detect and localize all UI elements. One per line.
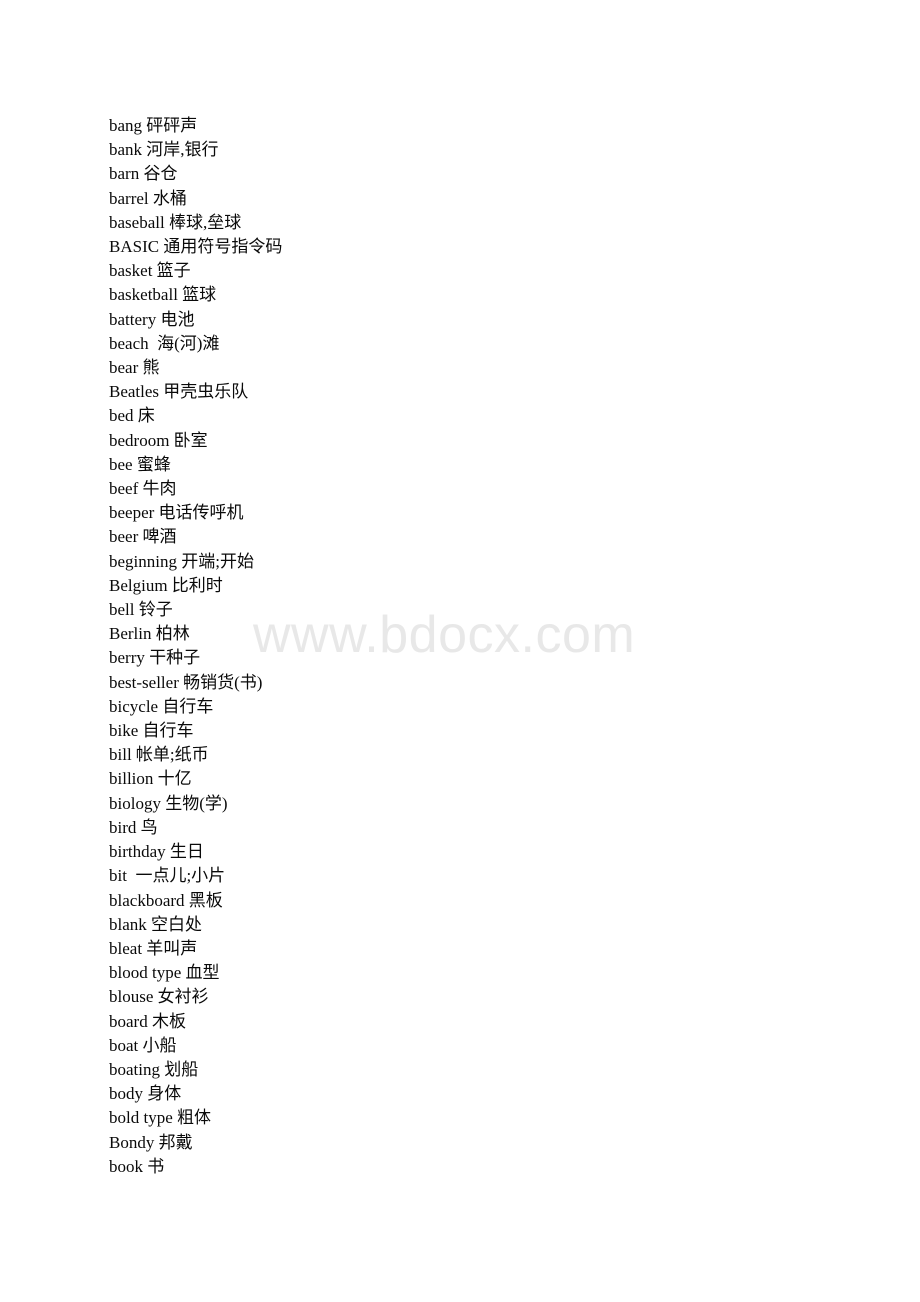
- vocabulary-entry: beach 海(河)滩: [109, 333, 220, 353]
- vocabulary-entry: Bondy 邦戴: [109, 1132, 193, 1152]
- vocabulary-entry: best-seller 畅销货(书): [109, 672, 263, 692]
- vocabulary-entry: bit 一点儿;小片: [109, 866, 226, 886]
- vocabulary-entry: book 书: [109, 1156, 165, 1176]
- vocabulary-entry: boat 小船: [109, 1035, 177, 1055]
- vocabulary-entry: bold type 粗体: [109, 1108, 211, 1128]
- vocabulary-entry: beginning 开端;开始: [109, 551, 254, 571]
- vocabulary-entry: BASIC 通用符号指令码: [109, 237, 283, 257]
- vocabulary-entry: berry 干种子: [109, 648, 201, 668]
- vocabulary-entry: boating 划船: [109, 1059, 199, 1079]
- vocabulary-entry: birthday 生日: [109, 842, 204, 862]
- vocabulary-entry: bedroom 卧室: [109, 430, 208, 450]
- vocabulary-entry: battery 电池: [109, 309, 195, 329]
- vocabulary-entry: blank 空白处: [109, 914, 203, 934]
- vocabulary-entry: biology 生物(学): [109, 793, 228, 813]
- vocabulary-entry: bank 河岸,银行: [109, 140, 219, 160]
- vocabulary-entry: blouse 女衬衫: [109, 987, 209, 1007]
- vocabulary-entry: Beatles 甲壳虫乐队: [109, 382, 249, 402]
- vocabulary-entry: baseball 棒球,垒球: [109, 212, 242, 232]
- vocabulary-entry: bird 鸟: [109, 817, 158, 837]
- vocabulary-entry-list: bang 砰砰声 bank 河岸,银行 barn 谷仓 barrel 水桶 baseba…: [109, 114, 869, 1179]
- vocabulary-entry: bicycle 自行车: [109, 696, 214, 716]
- vocabulary-entry: Belgium 比利时: [109, 575, 223, 595]
- vocabulary-entry: bee 蜜蜂: [109, 454, 171, 474]
- vocabulary-entry: body 身体: [109, 1084, 182, 1104]
- vocabulary-entry: bell 铃子: [109, 600, 173, 620]
- vocabulary-entry: blood type 血型: [109, 963, 220, 983]
- vocabulary-entry: beer 啤酒: [109, 527, 177, 547]
- vocabulary-entry: bang 砰砰声: [109, 116, 198, 135]
- vocabulary-entry: Berlin 柏林: [109, 624, 190, 644]
- vocabulary-entry: bed 床: [109, 406, 155, 426]
- vocabulary-entry: beeper 电话传呼机: [109, 503, 244, 523]
- vocabulary-entry: bike 自行车: [109, 721, 194, 741]
- vocabulary-entry: beef 牛肉: [109, 479, 177, 499]
- vocabulary-entry: barn 谷仓: [109, 164, 178, 184]
- vocabulary-entry: bill 帐单;纸币: [109, 745, 209, 765]
- vocabulary-entry: blackboard 黑板: [109, 890, 223, 910]
- vocabulary-entry: bleat 羊叫声: [109, 938, 198, 958]
- vocabulary-entry: barrel 水桶: [109, 188, 187, 208]
- vocabulary-entry: basket 篮子: [109, 261, 191, 281]
- vocabulary-entry: board 木板: [109, 1011, 186, 1031]
- document-page: www.bdocx.com bang 砰砰声 bank 河岸,银行 barn 谷仓 b…: [0, 0, 920, 1302]
- vocabulary-entry: bear 熊: [109, 358, 160, 378]
- vocabulary-entry: basketball 篮球: [109, 285, 217, 305]
- vocabulary-entry: billion 十亿: [109, 769, 192, 789]
